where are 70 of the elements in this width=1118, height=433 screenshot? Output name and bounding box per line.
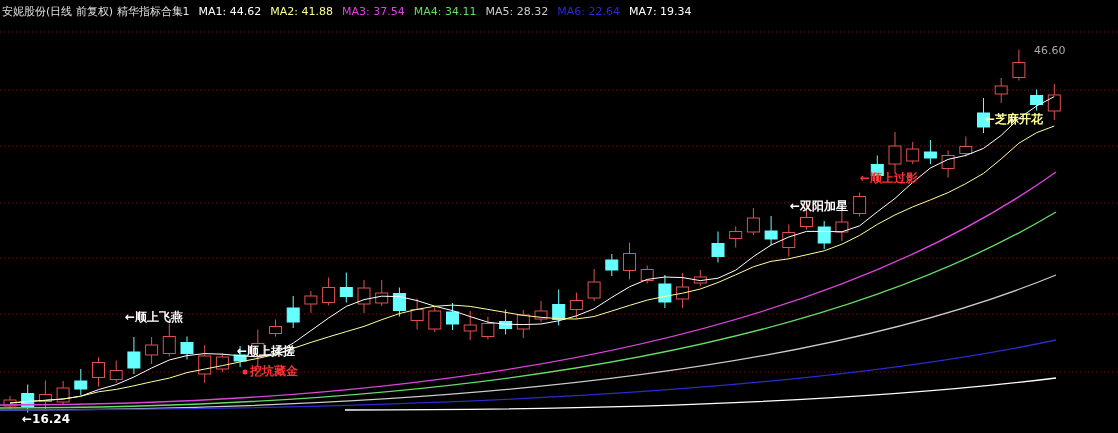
- candlestick: [92, 357, 105, 387]
- candlestick: [693, 269, 707, 287]
- candlestick: [269, 319, 282, 337]
- candlestick: [375, 279, 389, 307]
- pattern-annotation: 挖坑藏金: [250, 364, 298, 379]
- candlestick: [215, 352, 229, 373]
- moving-average-value: MA2: 41.88: [270, 4, 333, 18]
- candlestick: [534, 300, 548, 323]
- candlestick: [392, 287, 406, 317]
- candlestick: [198, 344, 212, 384]
- candlestick: [162, 323, 176, 357]
- candlestick: [587, 268, 601, 302]
- candlestick: [658, 274, 672, 309]
- candlestick: [21, 384, 35, 413]
- candlestick: [410, 298, 424, 330]
- pattern-annotation: ←顺上飞燕: [125, 310, 184, 325]
- candlestick: [640, 265, 654, 284]
- candlestick: [853, 192, 867, 217]
- candlestick: [180, 336, 194, 360]
- candlestick: [959, 136, 973, 157]
- candlestick: [286, 295, 300, 329]
- candlestick: [782, 224, 796, 257]
- candlestick: [516, 309, 530, 339]
- candlestick: [923, 139, 937, 165]
- candlestick: [711, 231, 725, 263]
- chart-title: 安妮股份(日线 前复权) 精华指标合集1: [2, 3, 190, 19]
- candlestick: [1030, 89, 1044, 111]
- candlestick: [888, 131, 902, 174]
- candlestick: [552, 289, 566, 326]
- candlestick: [1047, 83, 1061, 121]
- moving-average-value: MA4: 34.11: [413, 4, 477, 18]
- candlestick: [817, 220, 831, 250]
- candlestick: [109, 360, 123, 383]
- candlestick: [941, 150, 955, 178]
- candlestick: [499, 309, 513, 335]
- moving-average-value: MA3: 37.54: [342, 4, 405, 18]
- candlestick: [3, 395, 17, 410]
- candlestick: [74, 368, 88, 396]
- candlestick: [835, 210, 849, 242]
- candlestick: [605, 253, 619, 277]
- moving-average-value: MA7: 19.34: [628, 4, 692, 18]
- candlestick: [145, 336, 159, 365]
- candlestick: [428, 306, 442, 333]
- pattern-annotation: ←16.24: [22, 412, 70, 427]
- candlestick: [463, 310, 477, 341]
- candlestick: [1012, 49, 1026, 81]
- candlestick: [233, 345, 247, 368]
- candlestick: [994, 77, 1008, 104]
- candlestick: [304, 290, 318, 314]
- candlestick: [446, 302, 459, 331]
- candlestick: [322, 277, 336, 306]
- candlestick: [764, 215, 778, 246]
- candlestick: [339, 272, 353, 303]
- candlestick: [623, 242, 636, 280]
- candlestick: [569, 292, 583, 319]
- pattern-annotation: ←双阳加星: [790, 199, 849, 214]
- candlestick: [746, 207, 760, 236]
- candlestick: [127, 336, 141, 375]
- candlestick: [906, 141, 920, 165]
- candlestick: [56, 380, 70, 406]
- candlestick: [729, 226, 743, 248]
- moving-average-value: MA1: 44.62: [198, 4, 262, 18]
- candlestick: [481, 316, 495, 340]
- moving-average-value: MA6: 22.64: [557, 4, 620, 18]
- dot-icon: [242, 369, 248, 375]
- candlestick: [38, 380, 52, 411]
- candlestick: [676, 272, 690, 309]
- moving-average-value: MA5: 28.32: [485, 4, 549, 18]
- high-price-label: 46.60: [1034, 44, 1066, 57]
- candlestick: [357, 279, 371, 314]
